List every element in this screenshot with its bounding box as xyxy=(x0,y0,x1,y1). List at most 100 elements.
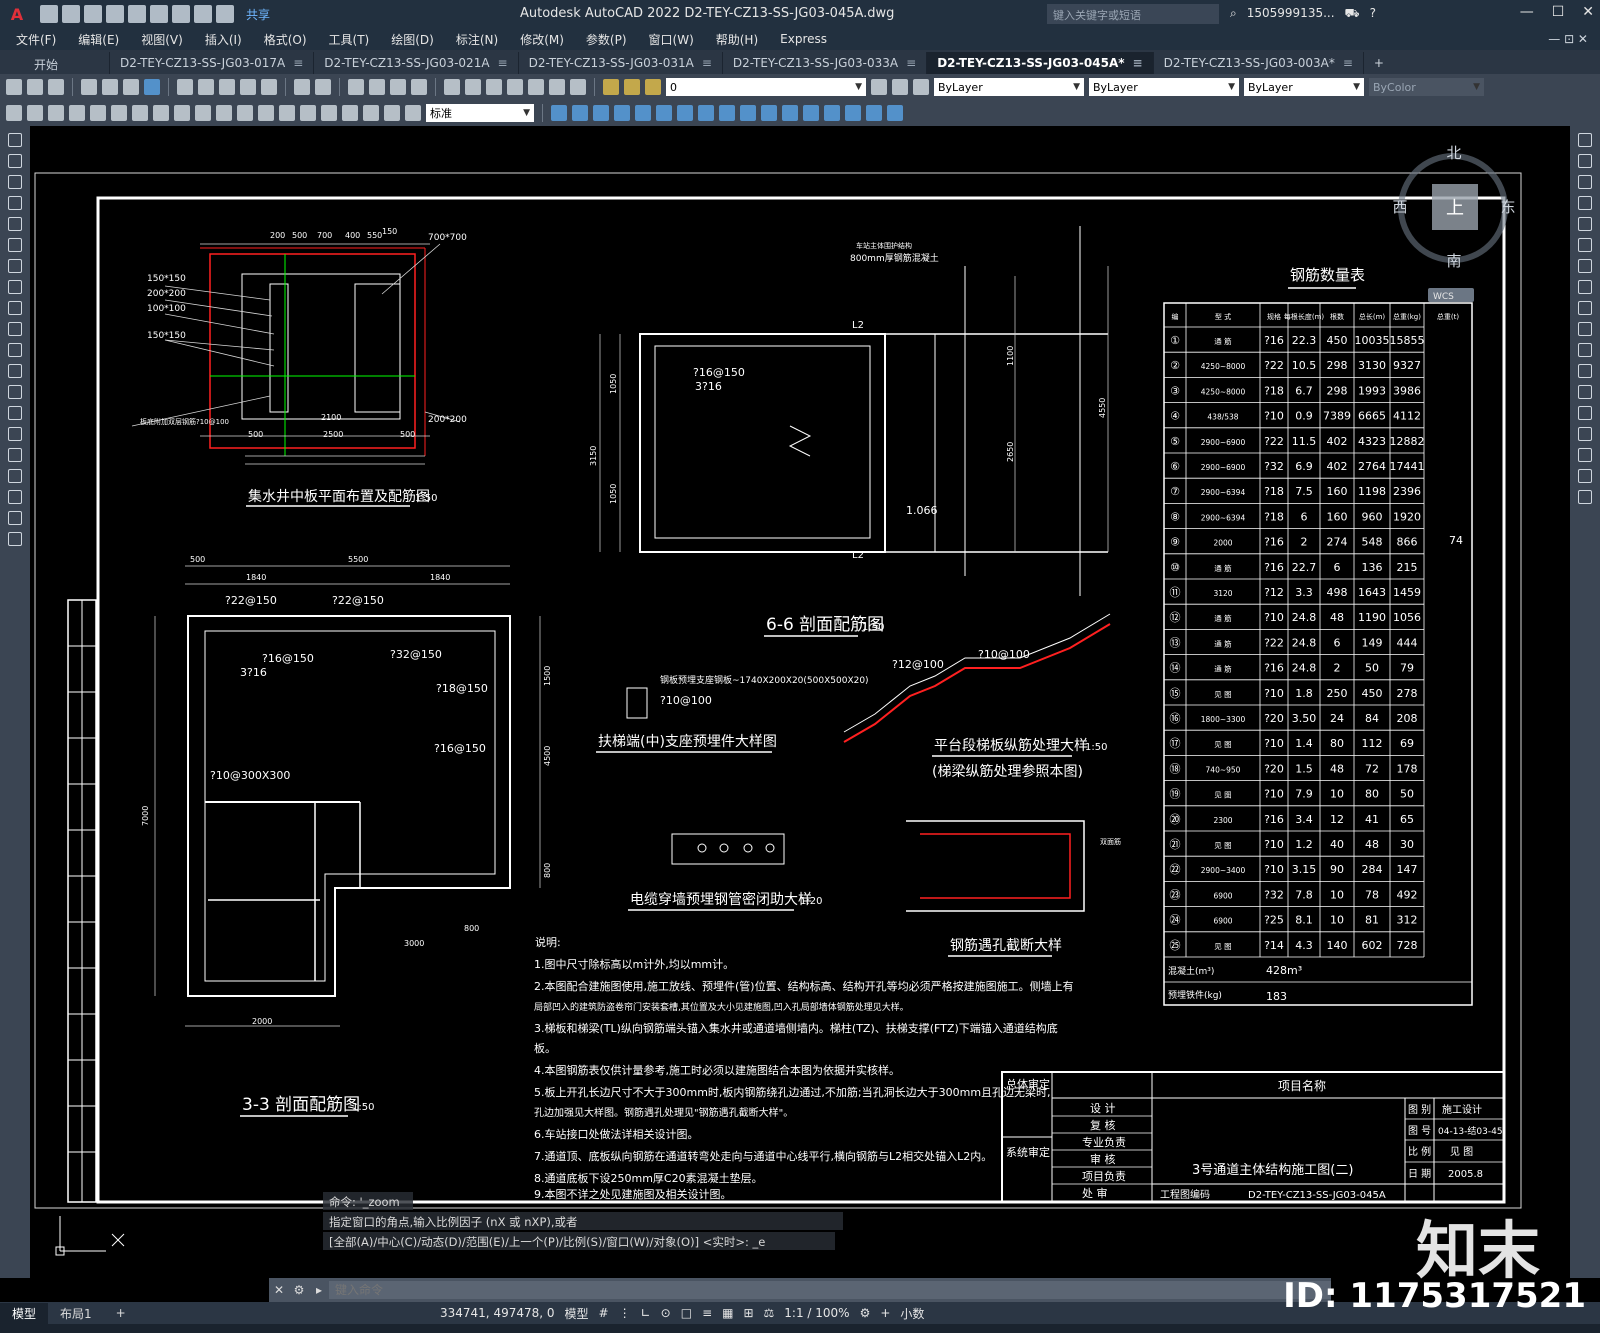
tab-file-021a[interactable]: D2-TEY-CZ13-SS-JG03-021A ≡ xyxy=(314,52,519,74)
properties-icon[interactable] xyxy=(444,79,460,95)
zoom-previous-icon[interactable] xyxy=(411,79,427,95)
modify-rotate-icon[interactable] xyxy=(656,105,672,121)
close-button[interactable]: ✕ xyxy=(1582,4,1594,20)
menu-modify[interactable]: 修改(M) xyxy=(520,31,564,48)
tolerance-icon[interactable] xyxy=(279,105,295,121)
make-block-icon[interactable] xyxy=(8,385,22,399)
viewcube-west[interactable]: 西 xyxy=(1392,198,1407,216)
layer-lock-icon[interactable] xyxy=(645,79,661,95)
add-selected-icon[interactable] xyxy=(8,532,22,546)
tab-file-033a[interactable]: D2-TEY-CZ13-SS-JG03-033A ≡ xyxy=(722,52,928,74)
lineweight-combo[interactable]: ByLayer ▼ xyxy=(1244,78,1364,96)
diameter-icon[interactable] xyxy=(132,105,148,121)
menu-format[interactable]: 格式(O) xyxy=(264,31,307,48)
transparency-icon[interactable]: ▦ xyxy=(722,1306,733,1320)
polygon-icon[interactable] xyxy=(8,196,22,210)
arc-length-icon[interactable] xyxy=(48,105,64,121)
menu-dimension[interactable]: 标注(N) xyxy=(456,31,498,48)
grid-icon[interactable]: # xyxy=(599,1306,609,1320)
model-space-toggle[interactable]: 模型 xyxy=(565,1305,589,1322)
move-icon[interactable] xyxy=(1578,238,1592,252)
layer-on-icon[interactable] xyxy=(603,79,619,95)
color-combo[interactable]: ByLayer ▼ xyxy=(934,78,1084,96)
new-tab-button[interactable]: + xyxy=(1363,52,1394,74)
break-point-icon[interactable] xyxy=(1578,364,1592,378)
join-icon[interactable] xyxy=(1578,406,1592,420)
zoom-realtime-icon[interactable] xyxy=(369,79,385,95)
menu-help[interactable]: 帮助(H) xyxy=(716,31,758,48)
rotate-icon[interactable] xyxy=(1578,259,1592,273)
undo-icon[interactable] xyxy=(194,5,212,23)
tab-file-031a[interactable]: D2-TEY-CZ13-SS-JG03-031A ≡ xyxy=(518,52,723,74)
save-icon[interactable] xyxy=(48,79,64,95)
quick-dim-icon[interactable] xyxy=(174,105,190,121)
menu-insert[interactable]: 插入(I) xyxy=(205,31,242,48)
menu-file[interactable]: 文件(F) xyxy=(16,31,56,48)
linetype-combo[interactable]: ByLayer ▼ xyxy=(1089,78,1239,96)
mtext-icon[interactable] xyxy=(8,511,22,525)
tool-palettes-icon[interactable] xyxy=(486,79,502,95)
modify-chamfer-icon[interactable] xyxy=(803,105,819,121)
modify-stretch-icon[interactable] xyxy=(698,105,714,121)
gradient-icon[interactable] xyxy=(8,448,22,462)
aligned-dim-icon[interactable] xyxy=(27,105,43,121)
modify-scale-icon[interactable] xyxy=(677,105,693,121)
menu-tools[interactable]: 工具(T) xyxy=(329,31,370,48)
maximize-button[interactable]: ☐ xyxy=(1552,4,1565,20)
redo-icon[interactable] xyxy=(216,5,234,23)
save-as-icon[interactable] xyxy=(106,5,124,23)
help-icon[interactable]: ? xyxy=(1370,6,1376,22)
tab-menu-icon[interactable]: ≡ xyxy=(498,56,508,70)
center-mark-icon[interactable] xyxy=(300,105,316,121)
open-web-icon[interactable] xyxy=(128,5,146,23)
tab-menu-icon[interactable]: ≡ xyxy=(1343,56,1353,70)
viewcube[interactable]: 上 北 南 东 西 WCS xyxy=(1392,144,1516,302)
modify-erase-icon[interactable] xyxy=(866,105,882,121)
tab-model[interactable]: 模型 xyxy=(0,1302,49,1324)
lineweight-icon[interactable]: ≡ xyxy=(702,1306,712,1320)
save-icon[interactable] xyxy=(84,5,102,23)
open-icon[interactable] xyxy=(62,5,80,23)
search-icon[interactable]: ⌕ xyxy=(1230,6,1237,22)
preview-icon[interactable] xyxy=(102,79,118,95)
menu-edit[interactable]: 编辑(E) xyxy=(78,31,119,48)
copy-icon[interactable] xyxy=(1578,154,1592,168)
tab-menu-icon[interactable]: ≡ xyxy=(906,56,916,70)
annotation-scale-icon[interactable]: ⚖ xyxy=(764,1306,775,1320)
tab-file-017a[interactable]: D2-TEY-CZ13-SS-JG03-017A ≡ xyxy=(110,52,315,74)
minimize-button[interactable]: — xyxy=(1520,4,1534,20)
design-center-icon[interactable] xyxy=(465,79,481,95)
layer-manager-icon[interactable] xyxy=(570,79,586,95)
hatch-icon[interactable] xyxy=(8,427,22,441)
modify-lengthen-icon[interactable] xyxy=(887,105,903,121)
qnew-icon[interactable] xyxy=(6,79,22,95)
linear-dim-icon[interactable] xyxy=(6,105,22,121)
modify-array-icon[interactable] xyxy=(635,105,651,121)
ordinate-icon[interactable] xyxy=(69,105,85,121)
save-web-icon[interactable] xyxy=(150,5,168,23)
modify-extend-icon[interactable] xyxy=(740,105,756,121)
sheet-set-icon[interactable] xyxy=(507,79,523,95)
region-icon[interactable] xyxy=(8,469,22,483)
mirror-icon[interactable] xyxy=(1578,175,1592,189)
baseline-icon[interactable] xyxy=(195,105,211,121)
menu-parametric[interactable]: 参数(P) xyxy=(586,31,627,48)
autocad-logo[interactable]: A xyxy=(0,0,34,28)
explode-icon[interactable] xyxy=(1578,490,1592,504)
modify-fillet-icon[interactable] xyxy=(824,105,840,121)
dimstyle-combo[interactable]: 标准 ▼ xyxy=(426,104,534,122)
jogged-linear-icon[interactable] xyxy=(342,105,358,121)
viewcube-east[interactable]: 东 xyxy=(1500,198,1515,216)
modify-copy-icon[interactable] xyxy=(572,105,588,121)
layer-combo[interactable]: 0 ▼ xyxy=(666,78,866,96)
snap-icon[interactable]: ⋮ xyxy=(619,1306,631,1320)
construction-line-icon[interactable] xyxy=(8,154,22,168)
menu-draw[interactable]: 绘图(D) xyxy=(391,31,434,48)
fillet-icon[interactable] xyxy=(1578,448,1592,462)
polyline-icon[interactable] xyxy=(8,175,22,189)
modify-offset-icon[interactable] xyxy=(614,105,630,121)
zoom-window-icon[interactable] xyxy=(390,79,406,95)
polar-icon[interactable]: ⊙ xyxy=(661,1306,671,1320)
make-current-icon[interactable] xyxy=(871,79,887,95)
arc-icon[interactable] xyxy=(8,238,22,252)
